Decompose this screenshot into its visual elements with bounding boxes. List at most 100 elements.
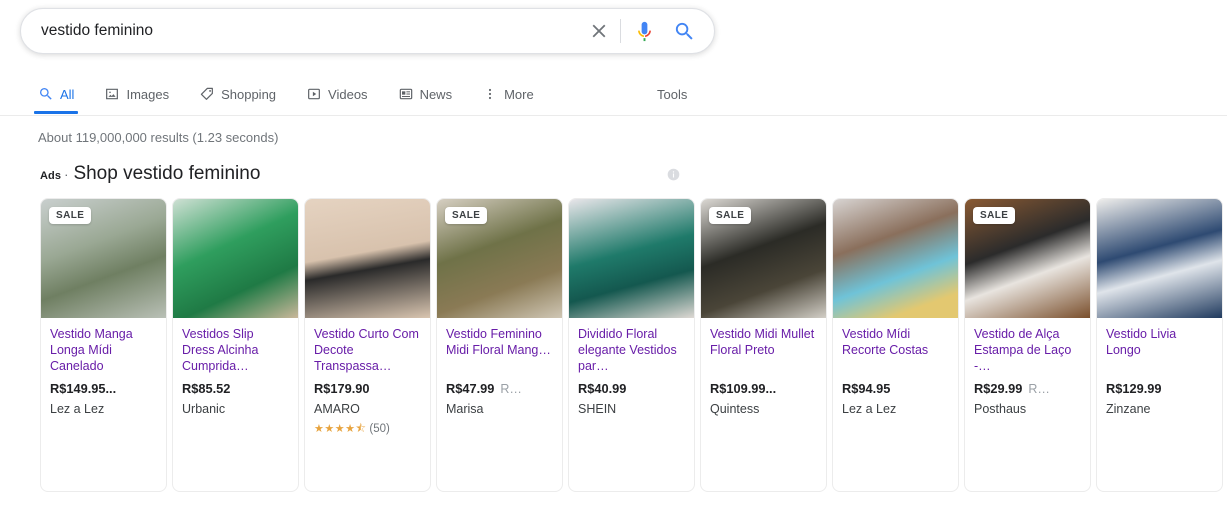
product-price: R$40.99 xyxy=(578,381,627,396)
product-price-row: R$85.52 xyxy=(182,381,289,398)
search-tabs: All Images Shopping Videos News More xyxy=(34,74,564,114)
product-merchant: AMARO xyxy=(314,402,360,416)
search-input[interactable] xyxy=(41,9,587,53)
product-details: Vestido de Alça Estampa de Laço -… R$29.9… xyxy=(965,318,1090,417)
ads-separator: · xyxy=(64,167,69,182)
product-details: Dividido Floral elegante Vestidos par… R$… xyxy=(569,318,694,417)
info-circle-icon[interactable] xyxy=(666,167,681,182)
product-photo xyxy=(1097,199,1222,318)
product-card[interactable]: SALE Vestido Midi Mullet Floral Preto R$10… xyxy=(700,198,827,492)
newspaper-icon xyxy=(398,86,414,102)
product-image[interactable] xyxy=(833,199,958,318)
product-price: R$94.95 xyxy=(842,381,891,396)
product-title-link[interactable]: Vestido Mídi Recorte Costas xyxy=(842,326,949,374)
star-rating-icon: ★★★★⯪ xyxy=(314,422,367,435)
product-card[interactable]: Vestidos Slip Dress Alcinha Cumprida… R$8… xyxy=(172,198,299,492)
product-price-row: R$94.95 xyxy=(842,381,949,398)
product-photo xyxy=(833,199,958,318)
product-image[interactable]: SALE xyxy=(701,199,826,318)
tab-label: More xyxy=(504,86,534,102)
close-x-icon[interactable] xyxy=(587,19,611,43)
product-title-link[interactable]: Vestidos Slip Dress Alcinha Cumprida… xyxy=(182,326,289,374)
product-photo xyxy=(305,199,430,318)
product-details: Vestidos Slip Dress Alcinha Cumprida… R$8… xyxy=(173,318,298,417)
product-title-link[interactable]: Vestido Feminino Midi Floral Mang… xyxy=(446,326,553,374)
tools-button[interactable]: Tools xyxy=(657,74,687,114)
magnifier-icon[interactable] xyxy=(672,19,696,43)
product-merchant: Zinzane xyxy=(1106,402,1151,416)
tab-news[interactable]: News xyxy=(398,74,467,114)
product-image[interactable] xyxy=(1097,199,1222,318)
product-details: Vestido Mídi Recorte Costas R$94.95 Lez a … xyxy=(833,318,958,417)
search-bar[interactable] xyxy=(20,8,715,54)
product-price: R$179.90 xyxy=(314,381,370,396)
product-image[interactable] xyxy=(305,199,430,318)
product-merchant: SHEIN xyxy=(578,402,617,416)
product-title-link[interactable]: Dividido Floral elegante Vestidos par… xyxy=(578,326,685,374)
product-price-row: R$129.99 xyxy=(1106,381,1213,398)
image-icon xyxy=(104,86,120,102)
tab-label: Videos xyxy=(328,86,368,102)
product-image[interactable]: SALE xyxy=(437,199,562,318)
product-rating-count: (50) xyxy=(369,423,390,435)
search-bar-container xyxy=(20,8,715,54)
product-card[interactable]: Dividido Floral elegante Vestidos par… R$… xyxy=(568,198,695,492)
ads-title: Shop vestido feminino xyxy=(73,163,261,184)
sale-badge: SALE xyxy=(49,207,92,224)
ads-badge: Ads xyxy=(40,170,62,182)
product-image[interactable] xyxy=(173,199,298,318)
product-title-link[interactable]: Vestido Livia Longo xyxy=(1106,326,1213,374)
product-card[interactable]: SALE Vestido Feminino Midi Floral Mang… R$… xyxy=(436,198,563,492)
microphone-icon[interactable] xyxy=(632,19,656,43)
product-rating: ★★★★⯪ (50) xyxy=(314,423,421,435)
shopping-ads-carousel[interactable]: SALE Vestido Manga Longa Mídi Canelado R$1… xyxy=(40,198,1227,494)
product-price-row: R$109.99... xyxy=(710,381,817,398)
product-image[interactable]: SALE xyxy=(41,199,166,318)
product-title-link[interactable]: Vestido Midi Mullet Floral Preto xyxy=(710,326,817,374)
product-title-link[interactable]: Vestido Curto Com Decote Transpassa… xyxy=(314,326,421,374)
tools-label: Tools xyxy=(657,86,688,102)
kebab-menu-icon xyxy=(482,86,498,102)
product-card[interactable]: Vestido Livia Longo R$129.99 Zinzane xyxy=(1096,198,1223,492)
product-image[interactable] xyxy=(569,199,694,318)
product-price-row: R$179.90 xyxy=(314,381,421,398)
product-price-row: R$47.99 R… xyxy=(446,381,553,398)
product-original-price: R… xyxy=(500,382,522,396)
product-price-row: R$40.99 xyxy=(578,381,685,398)
product-merchant: Quintess xyxy=(710,402,760,416)
product-price-row: R$149.95... xyxy=(50,381,157,398)
product-title-link[interactable]: Vestido Manga Longa Mídi Canelado xyxy=(50,326,157,374)
tab-label: Images xyxy=(126,86,170,102)
product-price: R$29.99 xyxy=(974,381,1023,396)
tab-label: News xyxy=(419,86,453,102)
product-merchant: Urbanic xyxy=(182,402,226,416)
product-merchant: Lez a Lez xyxy=(50,402,105,416)
product-details: Vestido Feminino Midi Floral Mang… R$47.9… xyxy=(437,318,562,417)
sale-badge: SALE xyxy=(445,207,488,224)
tab-videos[interactable]: Videos xyxy=(306,74,382,114)
search-tabs-bar: All Images Shopping Videos News More Too… xyxy=(0,74,1227,116)
sale-badge: SALE xyxy=(973,207,1016,224)
tab-images[interactable]: Images xyxy=(104,74,183,114)
price-tag-icon xyxy=(199,86,215,102)
tab-more[interactable]: More xyxy=(482,74,548,114)
tab-all[interactable]: All xyxy=(34,74,88,114)
tab-label: All xyxy=(60,86,75,102)
product-card[interactable]: SALE Vestido Manga Longa Mídi Canelado R$1… xyxy=(40,198,167,492)
product-photo xyxy=(569,199,694,318)
product-details: Vestido Midi Mullet Floral Preto R$109.99… xyxy=(701,318,826,417)
product-title-link[interactable]: Vestido de Alça Estampa de Laço -… xyxy=(974,326,1081,374)
product-card[interactable]: SALE Vestido de Alça Estampa de Laço -… R$… xyxy=(964,198,1091,492)
product-details: Vestido Livia Longo R$129.99 Zinzane xyxy=(1097,318,1222,417)
product-merchant: Posthaus xyxy=(974,402,1027,416)
product-card[interactable]: Vestido Curto Com Decote Transpassa… R$17… xyxy=(304,198,431,492)
product-merchant: Lez a Lez xyxy=(842,402,897,416)
tab-shopping[interactable]: Shopping xyxy=(199,74,290,114)
nav-divider xyxy=(0,115,1227,116)
product-photo xyxy=(173,199,298,318)
magnifier-icon xyxy=(38,86,54,102)
product-card[interactable]: Vestido Mídi Recorte Costas R$94.95 Lez a … xyxy=(832,198,959,492)
product-price: R$149.95... xyxy=(50,381,117,396)
product-image[interactable]: SALE xyxy=(965,199,1090,318)
product-price-row: R$29.99 R… xyxy=(974,381,1081,398)
